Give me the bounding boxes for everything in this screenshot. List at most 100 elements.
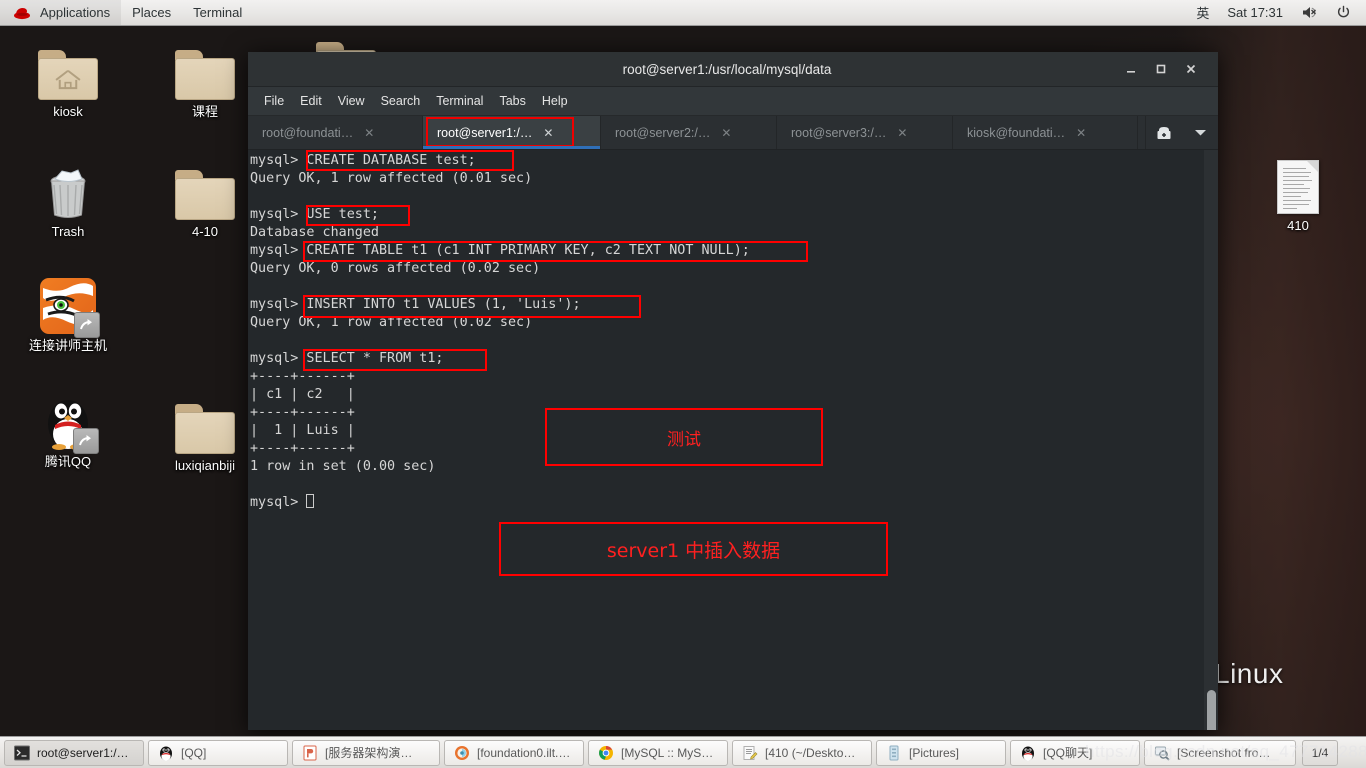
desktop-icon-label: Trash <box>51 224 85 239</box>
places-menu[interactable]: Places <box>121 0 182 25</box>
terminal-icon <box>13 744 31 762</box>
desktop-icon-kecheng[interactable]: 课程 <box>157 38 253 120</box>
desktop-icon-luxiqianbiji[interactable]: luxiqianbiji <box>157 392 253 474</box>
input-method-label: 英 <box>1196 6 1210 21</box>
home-glyph <box>55 69 81 90</box>
clock-label: Sat 17:31 <box>1227 5 1283 20</box>
taskbar-item-pictures[interactable]: [Pictures] <box>876 739 1006 766</box>
desktop-icon-label: 课程 <box>191 104 218 119</box>
tabbar-spacer <box>1138 116 1146 149</box>
applications-menu[interactable]: Applications <box>0 0 122 25</box>
new-tab-icon[interactable] <box>1146 116 1182 149</box>
terminal-scrollbar-thumb[interactable] <box>1207 690 1216 730</box>
desktop-icon-label: kiosk <box>53 104 83 119</box>
tab-close-icon[interactable]: ✕ <box>541 126 555 140</box>
tab-root-server3[interactable]: root@server3:/… ✕ <box>777 116 953 149</box>
taskbar-item-chrome-mysql[interactable]: [MySQL :: MyS… <box>588 739 728 766</box>
taskbar-item-text-editor-410[interactable]: [410 (~/Deskto… <box>732 739 872 766</box>
chrome-icon <box>597 744 615 762</box>
desktop-icon-label: 410 <box>1287 218 1309 233</box>
vm-icon <box>453 744 471 762</box>
tab-root-server2[interactable]: root@server2:/… ✕ <box>601 116 777 149</box>
desktop-icon-kiosk[interactable]: kiosk <box>20 38 116 120</box>
menu-file[interactable]: File <box>256 91 292 111</box>
folder-icon <box>157 158 253 220</box>
taskbar-item-label: [服务器架构演… <box>325 746 413 760</box>
terminal-tabbar[interactable]: root@foundati… ✕ root@server1:/… ✕ root@… <box>248 116 1218 150</box>
taskbar-item-terminal[interactable]: root@server1:/… <box>4 739 144 766</box>
terminal-window[interactable]: root@server1:/usr/local/mysql/data File … <box>248 52 1218 730</box>
desktop-icon-label: luxiqianbiji <box>175 458 235 473</box>
terminal-menu[interactable]: Terminal <box>182 0 253 25</box>
workspace-label: 1/4 <box>1311 745 1329 760</box>
file-manager-icon <box>885 744 903 762</box>
menu-search[interactable]: Search <box>373 91 429 111</box>
workspace-indicator[interactable]: 1/4 <box>1302 739 1338 766</box>
taskbar-item-screenshot[interactable]: [Screenshot fro… <box>1144 739 1296 766</box>
tab-close-icon[interactable]: ✕ <box>1074 126 1088 140</box>
tab-close-icon[interactable]: ✕ <box>362 126 376 140</box>
terminal-content-area[interactable]: mysql> CREATE DATABASE test; Query OK, 1… <box>248 150 1218 730</box>
top-panel: Applications Places Terminal 英 Sat 17:31 <box>0 0 1366 26</box>
power-icon[interactable] <box>1327 0 1360 25</box>
tab-root-foundation[interactable]: root@foundati… ✕ <box>248 116 423 149</box>
desktop-icon-trash[interactable]: Trash <box>20 158 116 240</box>
taskbar-item-label: [foundation0.ilt.… <box>477 745 571 760</box>
input-method-indicator[interactable]: 英 <box>1187 0 1218 25</box>
qq-icon <box>1019 744 1037 762</box>
menu-view[interactable]: View <box>330 91 373 111</box>
terminal-scrollbar[interactable] <box>1203 150 1218 730</box>
tab-root-server1[interactable]: root@server1:/… ✕ <box>423 116 601 149</box>
powerpoint-icon <box>301 744 319 762</box>
clock[interactable]: Sat 17:31 <box>1218 0 1292 25</box>
text-editor-icon <box>741 744 759 762</box>
terminal-cursor <box>306 494 315 508</box>
redhat-logo-icon <box>11 6 33 20</box>
tab-label: kiosk@foundati… <box>967 125 1066 140</box>
qq-icon <box>157 744 175 762</box>
annotation-note-server1-insert: server1 中插入数据 <box>499 522 888 576</box>
places-menu-label: Places <box>132 5 172 20</box>
annotation-text: 测试 <box>667 429 701 450</box>
desktop-icon-connect-teacher-host[interactable]: 连接讲师主机 <box>20 272 116 354</box>
desktop-icon-tencent-qq[interactable]: 腾讯QQ <box>20 388 116 470</box>
taskbar-item-powerpoint[interactable]: [服务器架构演… <box>292 739 440 766</box>
tab-kiosk-foundation[interactable]: kiosk@foundati… ✕ <box>953 116 1138 149</box>
window-title: root@server1:/usr/local/mysql/data <box>622 61 832 77</box>
terminal-titlebar[interactable]: root@server1:/usr/local/mysql/data <box>248 52 1218 87</box>
terminal-menubar[interactable]: File Edit View Search Terminal Tabs Help <box>248 87 1218 116</box>
menu-terminal[interactable]: Terminal <box>428 91 491 111</box>
taskbar-item-qq[interactable]: [QQ] <box>148 739 288 766</box>
trash-icon <box>20 158 116 220</box>
desktop-icon-label: 4-10 <box>191 224 219 239</box>
taskbar-item-label: [410 (~/Deskto… <box>765 745 856 760</box>
close-button[interactable] <box>1176 56 1206 82</box>
qq-shortcut-icon <box>20 388 116 454</box>
desktop-icon-410[interactable]: 410 <box>1250 152 1346 234</box>
applications-menu-label: Applications <box>40 5 111 20</box>
shortcut-emblem-icon <box>74 312 100 338</box>
taskbar-item-label: [Pictures] <box>909 745 960 760</box>
menu-tabs[interactable]: Tabs <box>491 91 533 111</box>
menu-edit[interactable]: Edit <box>292 91 330 111</box>
tab-close-icon[interactable]: ✕ <box>895 126 909 140</box>
taskbar-item-qq-chat[interactable]: [QQ聊天] <box>1010 739 1140 766</box>
tab-close-icon[interactable]: ✕ <box>719 126 733 140</box>
annotation-text: server1 中插入数据 <box>606 539 781 562</box>
taskbar-item-label: [MySQL :: MyS… <box>621 745 714 760</box>
folder-icon <box>157 38 253 100</box>
taskbar[interactable]: root@server1:/… [QQ] [服务器架构演… [foundatio… <box>0 736 1366 768</box>
menu-help[interactable]: Help <box>534 91 576 111</box>
minimize-button[interactable] <box>1116 56 1146 82</box>
tiger-shortcut-icon <box>20 272 116 338</box>
annotation-note-test: 测试 <box>545 408 823 466</box>
desktop-icon-label: 腾讯QQ <box>44 454 92 469</box>
volume-muted-icon[interactable] <box>1292 0 1327 25</box>
folder-icon <box>157 392 253 454</box>
tab-label: root@foundati… <box>262 125 354 140</box>
taskbar-item-foundation-vm[interactable]: [foundation0.ilt.… <box>444 739 584 766</box>
chevron-down-icon[interactable] <box>1182 116 1218 149</box>
desktop-icon-4-10[interactable]: 4-10 <box>157 158 253 240</box>
maximize-button[interactable] <box>1146 56 1176 82</box>
tab-label: root@server2:/… <box>615 125 711 140</box>
